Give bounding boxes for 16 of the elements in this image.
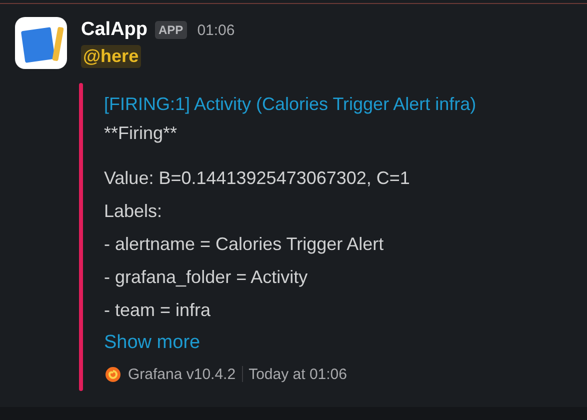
- mention[interactable]: @here: [81, 45, 141, 68]
- show-more-link[interactable]: Show more: [104, 327, 476, 359]
- alert-line: - grafana_folder = Activity: [104, 266, 309, 289]
- footer-time: Today at 01:06: [248, 366, 347, 382]
- alert-status: **Firing**: [104, 122, 178, 145]
- app-badge: APP: [154, 21, 188, 39]
- alert-line: Labels:: [104, 200, 164, 223]
- alert-title-link[interactable]: [FIRING:1] Activity (Calories Trigger Alert infra): [104, 91, 476, 117]
- app-avatar: [15, 17, 67, 69]
- spiral-icon: [104, 365, 122, 383]
- alert-line: - team = infra: [104, 299, 212, 322]
- alert-line: - alertname = Calories Trigger Alert: [104, 233, 385, 256]
- alert-line: Value: B=0.14413925473067302, C=1: [104, 167, 411, 190]
- footer-text: Grafana v10.4.2: [128, 366, 236, 382]
- sender-name[interactable]: CalApp: [81, 19, 148, 41]
- message-time[interactable]: 01:06: [197, 22, 235, 38]
